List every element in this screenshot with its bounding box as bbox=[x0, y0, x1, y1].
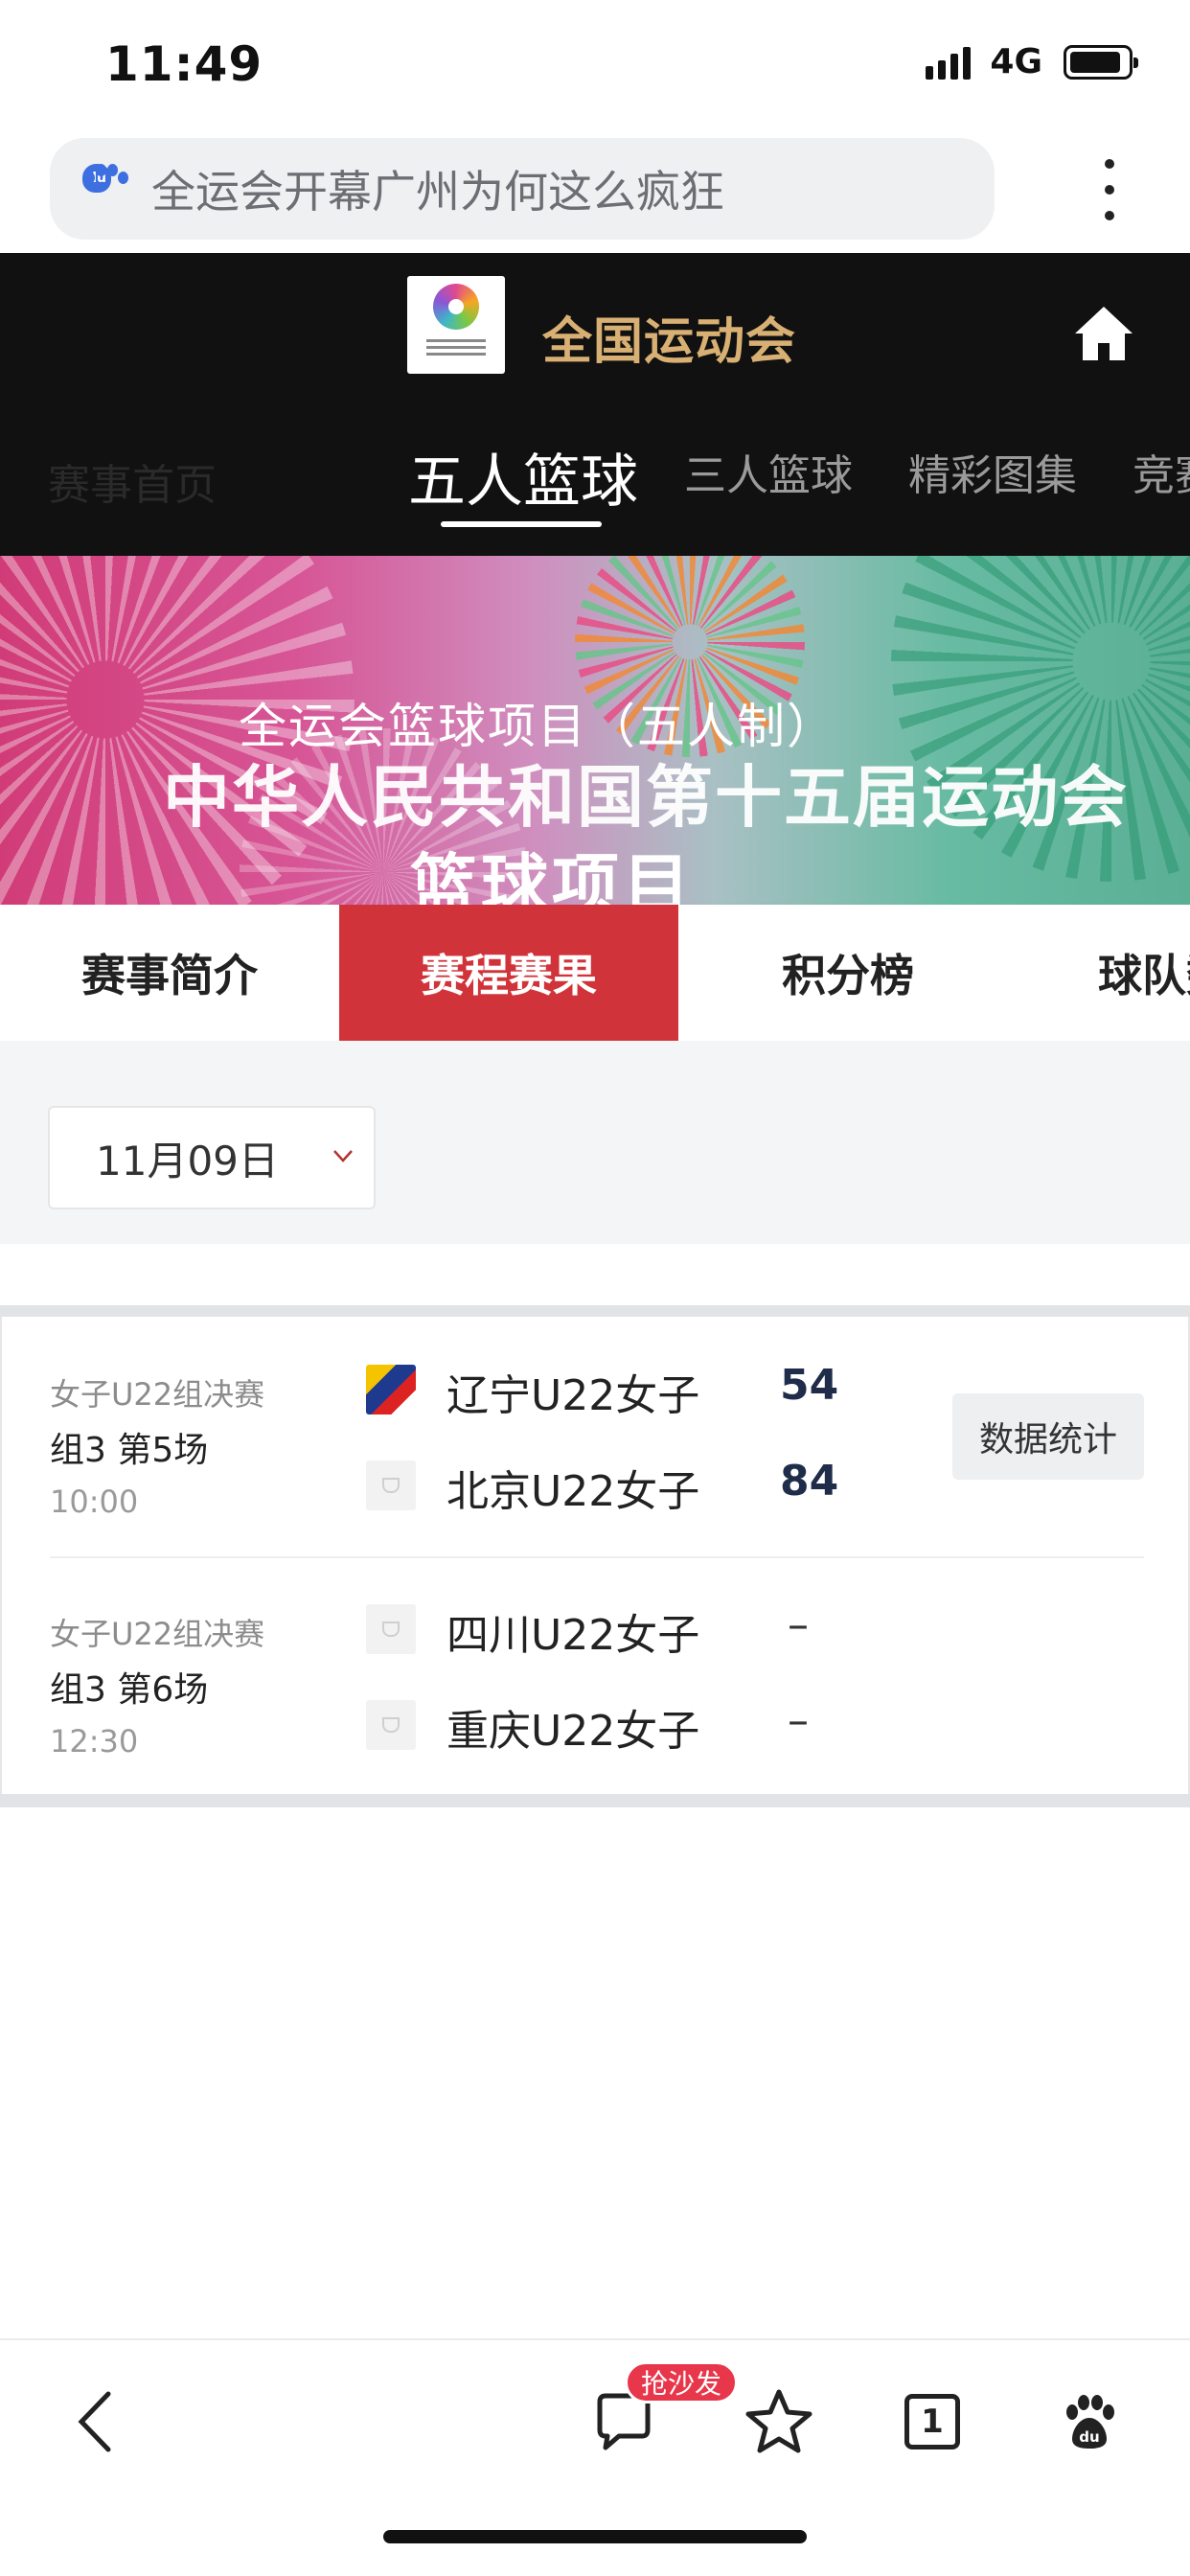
status-bar: 11:49 4G bbox=[0, 0, 1190, 129]
tab-schedule-results[interactable]: 赛程赛果 bbox=[339, 905, 678, 1041]
team-logo bbox=[366, 1700, 416, 1750]
match-stage: 女子U22组决赛 bbox=[50, 1616, 265, 1652]
divider bbox=[0, 1794, 1190, 1807]
banner-title: 中华人民共和国第十五届运动会 bbox=[163, 758, 1129, 837]
away-team-name: 重庆U22女子 bbox=[446, 1707, 700, 1756]
chevron-down-icon bbox=[333, 1150, 353, 1162]
nav-tab-competition[interactable]: 竞赛 bbox=[1133, 441, 1190, 502]
banner-title-line2: 篮球项目 bbox=[410, 846, 694, 905]
stats-button[interactable]: 数据统计 bbox=[952, 1393, 1144, 1480]
baidu-paw-icon: du bbox=[82, 164, 128, 214]
sport-nav: 赛事首页 五人篮球 三人篮球 精彩图集 竞赛 bbox=[0, 441, 1190, 556]
search-bar[interactable]: du 全运会开幕广州为何这么疯狂 bbox=[50, 138, 995, 240]
match-list: 女子U22组决赛 组3 第5场 10:00 辽宁U22女子 54 北京U22女子… bbox=[0, 1317, 1190, 1804]
nav-tab-gallery[interactable]: 精彩图集 bbox=[908, 441, 1077, 502]
event-banner: 全运会篮球项目（五人制） 中华人民共和国第十五届运动会 篮球项目 bbox=[0, 556, 1190, 905]
nav-tab-home[interactable]: 赛事首页 bbox=[48, 450, 217, 512]
team-logo bbox=[366, 1365, 416, 1414]
home-team-name: 四川U22女子 bbox=[446, 1611, 700, 1660]
match-row[interactable]: 女子U22组决赛 组3 第6场 12:30 四川U22女子 – 重庆U22女子 … bbox=[2, 1556, 1190, 1794]
away-team-score: – bbox=[788, 1696, 809, 1745]
home-icon[interactable] bbox=[1071, 301, 1136, 366]
away-team-score: 84 bbox=[780, 1457, 839, 1506]
status-indicators: 4G bbox=[926, 42, 1138, 81]
status-time: 11:49 bbox=[105, 36, 263, 92]
tab-standings[interactable]: 积分榜 bbox=[678, 905, 1018, 1041]
nav-tab-3x3-basketball[interactable]: 三人篮球 bbox=[684, 441, 853, 502]
site-header: 全国运动会 赛事首页 五人篮球 三人篮球 精彩图集 竞赛 bbox=[0, 253, 1190, 556]
section-tabs: 赛事简介 赛程赛果 积分榜 球队数据 bbox=[0, 905, 1190, 1041]
more-menu-icon[interactable] bbox=[1098, 159, 1121, 220]
home-indicator bbox=[383, 2530, 807, 2543]
baidu-home-icon[interactable]: du bbox=[1046, 2379, 1133, 2465]
date-select[interactable]: 11月09日 bbox=[48, 1106, 376, 1209]
signal-icon bbox=[926, 45, 972, 80]
battery-fill bbox=[1070, 51, 1120, 73]
nav-tab-5x5-basketball[interactable]: 五人篮球 bbox=[408, 441, 638, 518]
match-stage: 女子U22组决赛 bbox=[50, 1376, 265, 1413]
tab-intro[interactable]: 赛事简介 bbox=[0, 905, 339, 1041]
battery-icon bbox=[1064, 44, 1138, 80]
back-icon[interactable] bbox=[54, 2379, 140, 2465]
team-logo bbox=[366, 1460, 416, 1510]
search-query: 全运会开幕广州为何这么疯狂 bbox=[151, 166, 724, 218]
svg-text:du: du bbox=[1079, 2428, 1099, 2446]
tabs-button[interactable]: 1 bbox=[889, 2379, 975, 2465]
match-group: 组3 第6场 bbox=[50, 1670, 209, 1710]
home-team-name: 辽宁U22女子 bbox=[446, 1371, 700, 1420]
team-logo bbox=[366, 1604, 416, 1654]
away-team-name: 北京U22女子 bbox=[446, 1467, 700, 1516]
date-select-value: 11月09日 bbox=[96, 1137, 279, 1184]
star-icon[interactable] bbox=[736, 2379, 822, 2465]
tab-count: 1 bbox=[904, 2394, 960, 2450]
match-group: 组3 第5场 bbox=[50, 1431, 209, 1470]
site-title: 全国运动会 bbox=[542, 313, 797, 371]
tab-team-stats[interactable]: 球队数据 bbox=[1018, 905, 1190, 1041]
match-row[interactable]: 女子U22组决赛 组3 第5场 10:00 辽宁U22女子 54 北京U22女子… bbox=[2, 1317, 1190, 1558]
home-team-score: – bbox=[788, 1600, 809, 1649]
filter-area: 11月09日 bbox=[0, 1041, 1190, 1244]
match-time: 10:00 bbox=[50, 1484, 139, 1520]
active-tab-indicator bbox=[441, 521, 602, 527]
home-team-score: 54 bbox=[780, 1361, 839, 1410]
games-logo bbox=[407, 276, 505, 374]
comment-badge: 抢沙发 bbox=[625, 2361, 739, 2404]
network-label: 4G bbox=[990, 42, 1042, 81]
match-time: 12:30 bbox=[50, 1723, 139, 1760]
